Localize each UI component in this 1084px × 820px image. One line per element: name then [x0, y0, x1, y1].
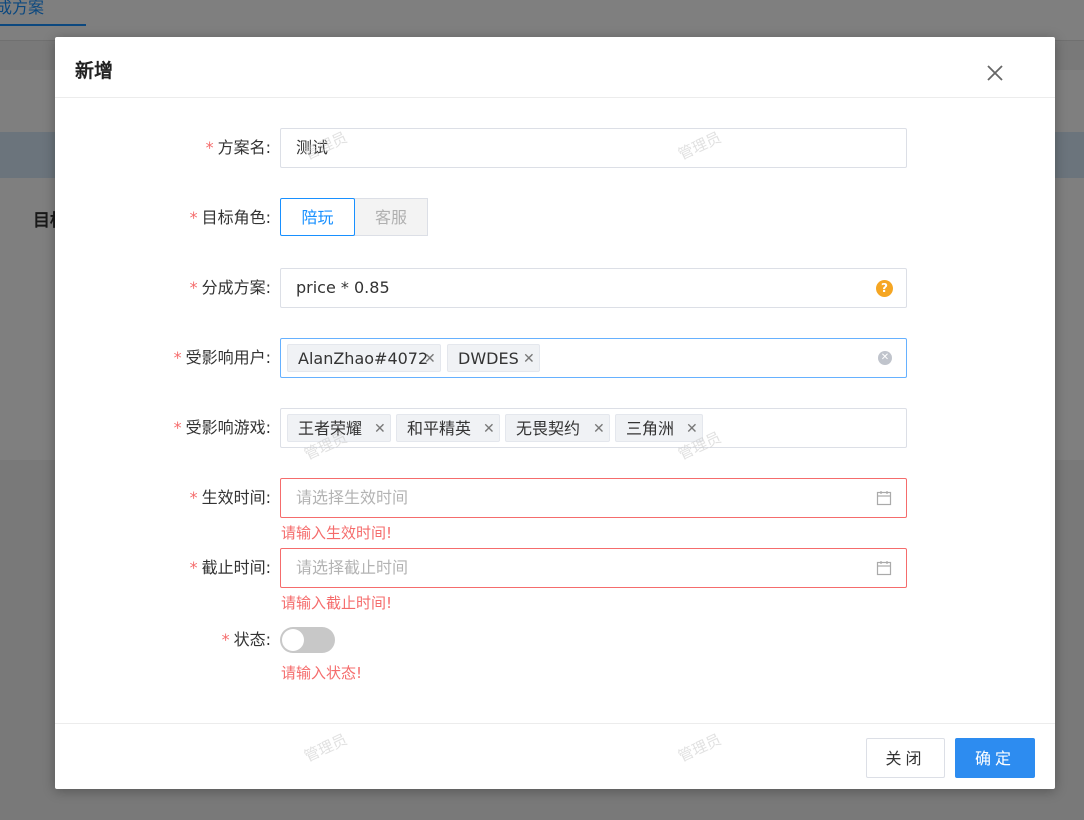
role-option-peiwan[interactable]: 陪玩 [280, 198, 355, 236]
calendar-icon[interactable] [876, 560, 892, 576]
close-icon[interactable] [984, 62, 1006, 84]
affected-users-select[interactable]: AlanZhao#4072 ✕ DWDES ✕ ✕ [280, 338, 907, 378]
tag-close-icon[interactable]: ✕ [424, 345, 436, 373]
affected-games-label: * 受影响游戏: [173, 418, 271, 437]
add-dialog: 新增 * 方案名: 测试 * 目标角色: 陪玩 客服 * 分成方案: price * … [55, 37, 1055, 789]
effective-time-label: * 生效时间: [189, 488, 271, 507]
deadline-time-placeholder: 请选择截止时间 [296, 558, 409, 577]
affected-games-row: * 受影响游戏: 王者荣耀 ✕ 和平精英 ✕ 无畏契约 ✕ 三角洲 ✕ [55, 408, 1055, 448]
clear-circle-icon[interactable]: ✕ [878, 351, 892, 365]
game-tag: 无畏契约 ✕ [505, 414, 610, 442]
tag-close-icon[interactable]: ✕ [374, 415, 386, 443]
split-plan-label: * 分成方案: [189, 278, 271, 297]
plan-name-row: * 方案名: 测试 [55, 128, 1055, 168]
affected-games-select[interactable]: 王者荣耀 ✕ 和平精英 ✕ 无畏契约 ✕ 三角洲 ✕ [280, 408, 907, 448]
status-switch[interactable] [280, 627, 335, 653]
split-plan-value: price * 0.85 [296, 278, 390, 297]
tag-close-icon[interactable]: ✕ [483, 415, 495, 443]
close-button[interactable]: 关闭 [866, 738, 945, 778]
effective-time-placeholder: 请选择生效时间 [296, 488, 409, 507]
target-role-row: * 目标角色: 陪玩 客服 [55, 198, 1055, 238]
user-tag: AlanZhao#4072 ✕ [287, 344, 441, 372]
tag-close-icon[interactable]: ✕ [593, 415, 605, 443]
switch-knob [282, 629, 304, 651]
effective-time-row: * 生效时间: 请选择生效时间 [55, 478, 1055, 518]
target-role-label: * 目标角色: [189, 208, 271, 227]
game-tag: 和平精英 ✕ [396, 414, 500, 442]
effective-time-error: 请输入生效时间! [281, 524, 393, 542]
user-tag: DWDES ✕ [447, 344, 540, 372]
plan-name-input[interactable]: 测试 [280, 128, 907, 168]
tag-close-icon[interactable]: ✕ [523, 345, 535, 373]
affected-users-row: * 受影响用户: AlanZhao#4072 ✕ DWDES ✕ ✕ [55, 338, 1055, 378]
status-label: * 状态: [221, 630, 271, 649]
split-plan-row: * 分成方案: price * 0.85 ? [55, 268, 1055, 308]
deadline-time-error: 请输入截止时间! [281, 594, 393, 612]
role-option-kefu[interactable]: 客服 [354, 198, 428, 236]
effective-time-picker[interactable]: 请选择生效时间 [280, 478, 907, 518]
confirm-button[interactable]: 确定 [955, 738, 1035, 778]
deadline-time-label: * 截止时间: [189, 558, 271, 577]
status-error: 请输入状态! [281, 664, 363, 682]
question-circle-icon[interactable]: ? [876, 280, 893, 297]
dialog-header: 新增 [55, 37, 1055, 98]
dialog-footer: 关闭 确定 [55, 723, 1055, 790]
dialog-title: 新增 [75, 60, 114, 82]
affected-users-label: * 受影响用户: [173, 348, 271, 367]
deadline-time-row: * 截止时间: 请选择截止时间 [55, 548, 1055, 588]
split-plan-input[interactable]: price * 0.85 ? [280, 268, 907, 308]
status-row: * 状态: [55, 620, 1055, 660]
deadline-time-picker[interactable]: 请选择截止时间 [280, 548, 907, 588]
calendar-icon[interactable] [876, 490, 892, 506]
plan-name-label: * 方案名: [205, 138, 271, 157]
